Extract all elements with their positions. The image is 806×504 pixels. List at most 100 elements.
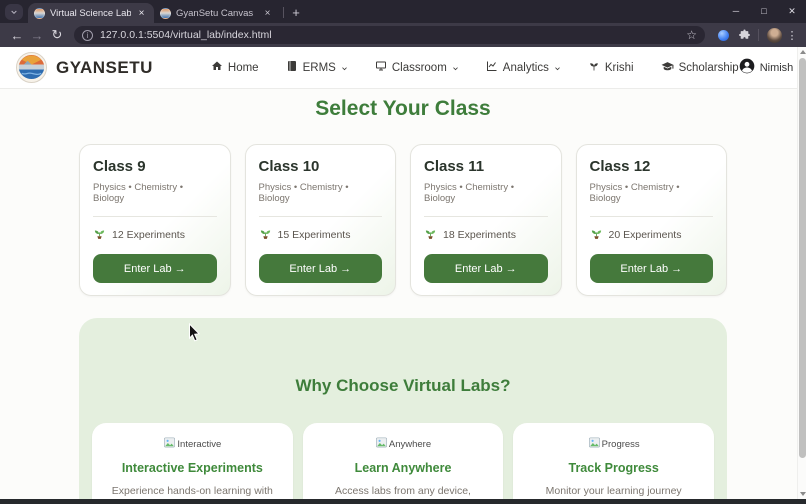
feature-card-progress: Progress Track Progress Monitor your lea…	[513, 423, 714, 504]
extension-gem-icon[interactable]	[718, 30, 729, 41]
experiments-count: 20 Experiments	[609, 229, 682, 241]
minimize-button[interactable]: ─	[722, 0, 750, 22]
tab-divider	[283, 7, 284, 18]
nav-item-analytics[interactable]: Analytics	[486, 60, 561, 75]
tab-close-icon[interactable]: ×	[135, 7, 148, 20]
nav-label: Scholarship	[679, 62, 739, 74]
broken-image-icon	[163, 436, 176, 452]
home-icon	[211, 60, 223, 75]
card-divider	[590, 216, 714, 217]
forward-button[interactable]: →	[27, 25, 47, 45]
site-favicon-icon	[160, 8, 171, 19]
close-button[interactable]: ✕	[778, 0, 806, 22]
section-title: Why Choose Virtual Labs?	[92, 376, 714, 396]
bookmark-star-icon[interactable]: ☆	[686, 28, 697, 42]
seedling-icon	[590, 227, 603, 243]
image-alt-text: Anywhere	[389, 439, 431, 450]
chevron-down-icon	[554, 63, 561, 75]
chevron-down-icon	[341, 63, 348, 75]
nav-item-home[interactable]: Home	[211, 60, 259, 75]
experiments-count: 12 Experiments	[112, 229, 185, 241]
card-divider	[424, 216, 548, 217]
site-info-icon[interactable]: i	[82, 30, 93, 41]
nav-item-scholarship[interactable]: Scholarship	[661, 60, 739, 76]
image-alt-text: Interactive	[177, 439, 221, 450]
nav-label: Classroom	[392, 62, 447, 74]
enter-lab-button[interactable]: Enter Lab →	[590, 254, 714, 283]
browser-profile-avatar[interactable]	[767, 28, 782, 43]
page-content: GYANSETU Home ERMS Classroom	[0, 47, 806, 504]
browser-tab-strip: Virtual Science Labs × GyanSetu Canvas ×…	[0, 0, 806, 23]
mouse-cursor	[188, 323, 201, 347]
class-card-9: Class 9 Physics • Chemistry • Biology 12…	[79, 144, 231, 296]
gyansetu-logo[interactable]	[16, 52, 47, 83]
feature-title: Track Progress	[523, 461, 704, 475]
nav-item-classroom[interactable]: Classroom	[375, 60, 459, 75]
broken-image-icon	[588, 436, 601, 452]
url-text: 127.0.0.1:5504/virtual_lab/index.html	[100, 29, 686, 41]
footer-strip	[0, 499, 806, 504]
monitor-icon	[375, 60, 387, 75]
class-card-row: Class 9 Physics • Chemistry • Biology 12…	[79, 144, 727, 296]
feature-title: Learn Anywhere	[313, 461, 494, 475]
maximize-button[interactable]: □	[750, 0, 778, 22]
feature-card-row: Interactive Interactive Experiments Expe…	[92, 423, 714, 504]
class-subjects: Physics • Chemistry • Biology	[93, 182, 217, 204]
nav-label: Home	[228, 62, 259, 74]
experiments-count: 15 Experiments	[278, 229, 351, 241]
class-subjects: Physics • Chemistry • Biology	[424, 182, 548, 204]
enter-lab-button[interactable]: Enter Lab →	[93, 254, 217, 283]
enter-lab-button[interactable]: Enter Lab →	[259, 254, 383, 283]
brand-name[interactable]: GYANSETU	[56, 58, 153, 78]
toolbar-divider	[758, 29, 759, 41]
browser-tab-inactive[interactable]: GyanSetu Canvas ×	[154, 3, 280, 23]
class-subjects: Physics • Chemistry • Biology	[590, 182, 714, 204]
page-scrollbar[interactable]	[797, 47, 806, 499]
class-name: Class 12	[590, 158, 714, 175]
chart-line-icon	[486, 60, 498, 75]
nav-item-erms[interactable]: ERMS	[286, 60, 348, 75]
image-alt-text: Progress	[602, 439, 640, 450]
feature-title: Interactive Experiments	[102, 461, 283, 475]
nav-label: ERMS	[303, 62, 336, 74]
nav-label: Analytics	[503, 62, 549, 74]
nav-label: Krishi	[605, 62, 634, 74]
tab-close-icon[interactable]: ×	[261, 7, 274, 20]
seedling-icon	[259, 227, 272, 243]
window-controls: ─ □ ✕	[722, 0, 806, 22]
enter-lab-button[interactable]: Enter Lab →	[424, 254, 548, 283]
reload-button[interactable]: ↻	[47, 25, 67, 45]
tab-search-button[interactable]	[5, 4, 23, 20]
user-avatar-icon	[739, 58, 755, 77]
scroll-down-arrow[interactable]	[798, 489, 806, 499]
seedling-icon	[424, 227, 437, 243]
browser-window: Virtual Science Labs × GyanSetu Canvas ×…	[0, 0, 806, 504]
browser-menu-icon[interactable]: ⋮	[785, 29, 799, 42]
plant-icon	[588, 60, 600, 75]
tab-title: Virtual Science Labs	[50, 8, 131, 19]
class-name: Class 9	[93, 158, 217, 175]
experiments-count: 18 Experiments	[443, 229, 516, 241]
main-nav: Home ERMS Classroom Analytics	[211, 60, 739, 76]
scroll-up-arrow[interactable]	[798, 47, 806, 57]
user-menu[interactable]: Nimish Kushwaha	[739, 58, 806, 77]
card-divider	[259, 216, 383, 217]
book-icon	[286, 60, 298, 75]
back-button[interactable]: ←	[7, 25, 27, 45]
page-title: Select Your Class	[0, 97, 806, 121]
nav-item-krishi[interactable]: Krishi	[588, 60, 634, 75]
class-name: Class 11	[424, 158, 548, 175]
site-favicon-icon	[34, 8, 45, 19]
scrollbar-thumb[interactable]	[799, 58, 806, 458]
class-card-10: Class 10 Physics • Chemistry • Biology 1…	[245, 144, 397, 296]
class-card-11: Class 11 Physics • Chemistry • Biology 1…	[410, 144, 562, 296]
graduation-cap-icon	[661, 60, 674, 76]
address-bar[interactable]: i 127.0.0.1:5504/virtual_lab/index.html …	[74, 26, 705, 44]
new-tab-button[interactable]: +	[287, 3, 305, 21]
browser-tab-active[interactable]: Virtual Science Labs ×	[28, 3, 154, 23]
card-divider	[93, 216, 217, 217]
browser-toolbar: ← → ↻ i 127.0.0.1:5504/virtual_lab/index…	[0, 23, 806, 47]
site-header: GYANSETU Home ERMS Classroom	[0, 47, 806, 89]
extensions-puzzle-icon[interactable]	[735, 26, 753, 44]
broken-image-icon	[375, 436, 388, 452]
